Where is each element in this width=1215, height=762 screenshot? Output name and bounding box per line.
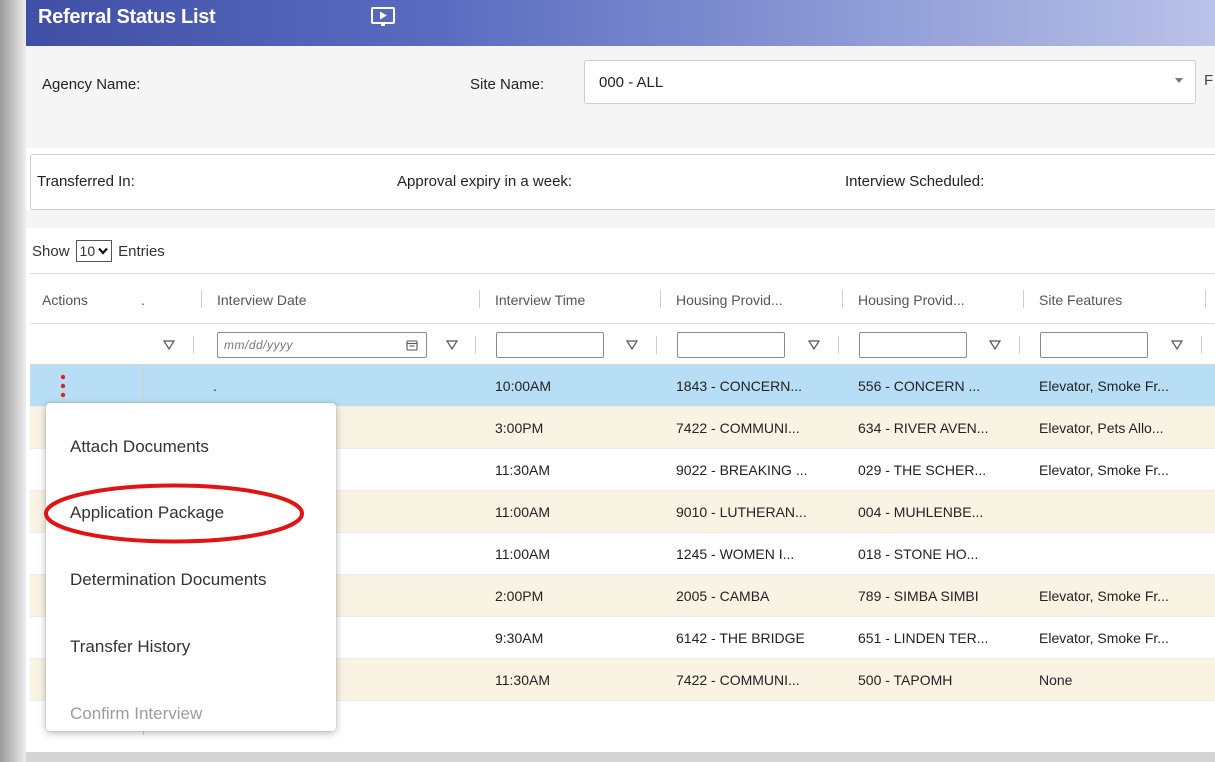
filter-funnel-icon[interactable] bbox=[808, 339, 820, 351]
cell-interview-time: 11:30AM bbox=[495, 672, 550, 688]
cell-housing-site: 651 - LINDEN TER... bbox=[858, 630, 989, 646]
truncated-filter-label: F bbox=[1204, 72, 1214, 89]
row-actions-kebab-icon[interactable] bbox=[58, 373, 68, 399]
column-divider[interactable] bbox=[842, 290, 843, 308]
menu-item-determination-documents[interactable]: Determination Documents bbox=[70, 570, 267, 590]
site-name-label: Site Name: bbox=[470, 76, 545, 93]
column-divider bbox=[193, 336, 194, 354]
site-features-filter-input[interactable] bbox=[1040, 332, 1148, 358]
chevron-down-icon bbox=[98, 247, 108, 255]
row-actions-menu: Attach Documents Application Package Det… bbox=[46, 403, 336, 731]
menu-item-application-package[interactable]: Application Package bbox=[70, 503, 224, 523]
window-shadow-edge bbox=[0, 0, 26, 762]
cell-housing-site: 500 - TAPOMH bbox=[858, 672, 953, 688]
window-shadow-bottom bbox=[26, 752, 1215, 762]
date-placeholder: mm/dd/yyyy bbox=[224, 338, 294, 352]
table-row[interactable]: . 10:00AM 1843 - CONCERN... 556 - CONCER… bbox=[30, 365, 1215, 407]
cell-interview-date: . bbox=[213, 378, 217, 394]
summary-panel: Transferred In: Approval expiry in a wee… bbox=[30, 154, 1215, 210]
cell-housing-site: 789 - SIMBA SIMBI bbox=[858, 588, 979, 604]
column-divider bbox=[656, 336, 657, 354]
interview-time-filter-input[interactable] bbox=[496, 332, 604, 358]
column-divider bbox=[1019, 336, 1020, 354]
page-size-select[interactable]: 10 bbox=[75, 240, 113, 262]
column-divider[interactable] bbox=[1205, 290, 1206, 308]
filter-funnel-icon[interactable] bbox=[163, 339, 175, 351]
cell-interview-time: 9:30AM bbox=[495, 630, 544, 646]
menu-item-transfer-history[interactable]: Transfer History bbox=[70, 637, 190, 657]
housing-provider-filter-input[interactable] bbox=[677, 332, 785, 358]
column-divider[interactable] bbox=[201, 290, 202, 308]
filter-funnel-icon[interactable] bbox=[989, 339, 1001, 351]
cell-interview-time: 3:00PM bbox=[495, 420, 544, 436]
agency-name-label: Agency Name: bbox=[42, 76, 141, 93]
cell-site-features: Elevator, Smoke Fr... bbox=[1039, 462, 1169, 478]
cell-housing-provider: 7422 - COMMUNI... bbox=[676, 420, 800, 436]
filter-funnel-icon[interactable] bbox=[626, 339, 638, 351]
column-divider bbox=[1201, 336, 1202, 354]
filter-panel: Agency Name: Site Name: 000 - ALL F bbox=[26, 46, 1215, 148]
entries-label: Entries bbox=[118, 242, 165, 260]
cell-housing-provider: 9010 - LUTHERAN... bbox=[676, 504, 807, 520]
grid-header-row: Actions . Interview Date Interview Time … bbox=[30, 273, 1215, 323]
show-entries: Show 10 Entries bbox=[32, 240, 165, 262]
cell-site-features: Elevator, Smoke Fr... bbox=[1039, 630, 1169, 646]
cell-housing-provider: 6142 - THE BRIDGE bbox=[676, 630, 805, 646]
cell-interview-time: 11:00AM bbox=[495, 546, 550, 562]
column-divider[interactable] bbox=[479, 290, 480, 308]
cell-interview-time: 11:30AM bbox=[495, 462, 550, 478]
cell-housing-provider: 1843 - CONCERN... bbox=[676, 378, 803, 394]
housing-site-filter-input[interactable] bbox=[859, 332, 967, 358]
page-size-value: 10 bbox=[79, 243, 96, 259]
transferred-in-label: Transferred In: bbox=[37, 173, 135, 190]
presentation-icon[interactable] bbox=[371, 7, 395, 27]
site-name-value: 000 - ALL bbox=[599, 74, 664, 91]
cell-interview-time: 11:00AM bbox=[495, 504, 550, 520]
cell-site-features: None bbox=[1039, 672, 1073, 688]
cell-housing-site: 556 - CONCERN ... bbox=[858, 378, 981, 394]
cell-site-features: Elevator, Smoke Fr... bbox=[1039, 378, 1169, 394]
filter-funnel-icon[interactable] bbox=[446, 339, 458, 351]
menu-item-confirm-interview: Confirm Interview bbox=[70, 704, 203, 723]
cell-site-features: Elevator, Pets Allo... bbox=[1039, 420, 1164, 436]
column-divider bbox=[475, 336, 476, 354]
site-name-select[interactable]: 000 - ALL bbox=[584, 60, 1196, 104]
cell-housing-site: 004 - MUHLENBE... bbox=[858, 504, 984, 520]
calendar-icon[interactable] bbox=[406, 339, 418, 351]
cell-housing-provider: 7422 - COMMUNI... bbox=[676, 672, 800, 688]
dropdown-caret-icon bbox=[1175, 78, 1183, 83]
column-divider[interactable] bbox=[1023, 290, 1024, 308]
menu-item-attach-documents[interactable]: Attach Documents bbox=[70, 437, 209, 457]
cell-housing-site: 029 - THE SCHER... bbox=[858, 462, 987, 478]
cell-housing-site: 634 - RIVER AVEN... bbox=[858, 420, 989, 436]
approval-expiry-label: Approval expiry in a week: bbox=[397, 173, 573, 190]
cell-site-features: Elevator, Smoke Fr... bbox=[1039, 588, 1169, 604]
grid-filter-row: mm/dd/yyyy bbox=[30, 323, 1215, 365]
title-bar: Referral Status List bbox=[26, 0, 1215, 46]
cell-housing-provider: 9022 - BREAKING ... bbox=[676, 462, 808, 478]
show-label: Show bbox=[32, 242, 70, 260]
column-divider[interactable] bbox=[660, 290, 661, 308]
cell-interview-time: 10:00AM bbox=[495, 378, 552, 394]
column-divider bbox=[838, 336, 839, 354]
interview-scheduled-label: Interview Scheduled: bbox=[845, 173, 985, 190]
cell-housing-provider: 1245 - WOMEN I... bbox=[676, 546, 795, 562]
cell-housing-site: 018 - STONE HO... bbox=[858, 546, 979, 562]
interview-date-filter-input[interactable]: mm/dd/yyyy bbox=[217, 332, 427, 358]
page-title: Referral Status List bbox=[38, 6, 216, 28]
filter-funnel-icon[interactable] bbox=[1171, 339, 1183, 351]
cell-interview-time: 2:00PM bbox=[495, 588, 544, 604]
cell-housing-provider: 2005 - CAMBA bbox=[676, 588, 770, 604]
section-gap bbox=[26, 210, 1215, 228]
